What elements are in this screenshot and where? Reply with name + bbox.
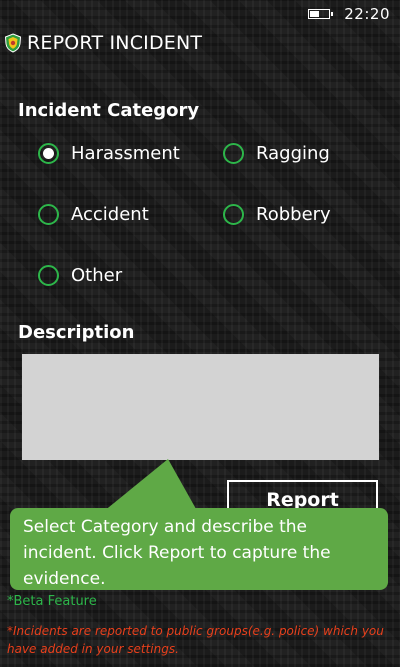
- page-title: REPORT INCIDENT: [27, 32, 203, 54]
- radio-selected-dot: [43, 148, 54, 159]
- radio-button[interactable]: [38, 265, 59, 286]
- radio-button[interactable]: [38, 143, 59, 164]
- description-label: Description: [18, 322, 135, 343]
- clock: 22:20: [344, 5, 390, 23]
- radio-label: Other: [71, 265, 123, 286]
- radio-ragging[interactable]: Ragging: [223, 143, 330, 164]
- battery-level-fill: [310, 11, 320, 17]
- status-bar: 22:20: [308, 0, 400, 28]
- radio-harassment[interactable]: Harassment: [38, 143, 180, 164]
- radio-robbery[interactable]: Robbery: [223, 204, 331, 225]
- battery-icon: [308, 9, 334, 19]
- description-input[interactable]: [22, 354, 379, 460]
- radio-label: Robbery: [256, 204, 331, 225]
- disclaimer-text: *Incidents are reported to public groups…: [7, 624, 384, 656]
- radio-accident[interactable]: Accident: [38, 204, 149, 225]
- incident-category-label: Incident Category: [18, 100, 200, 121]
- radio-other[interactable]: Other: [38, 265, 122, 286]
- shield-icon: [4, 33, 22, 53]
- beta-feature-note: *Beta Feature: [7, 594, 97, 609]
- radio-label: Accident: [71, 204, 149, 225]
- radio-label: Harassment: [71, 143, 180, 164]
- radio-button[interactable]: [223, 204, 244, 225]
- radio-label: Ragging: [256, 143, 330, 164]
- radio-button[interactable]: [223, 143, 244, 164]
- radio-button[interactable]: [38, 204, 59, 225]
- report-incident-screen: 22:20 REPORT INCIDENT Incident Category …: [0, 0, 400, 667]
- help-tooltip: Select Category and describe the inciden…: [10, 508, 388, 590]
- title-bar: REPORT INCIDENT: [4, 30, 202, 56]
